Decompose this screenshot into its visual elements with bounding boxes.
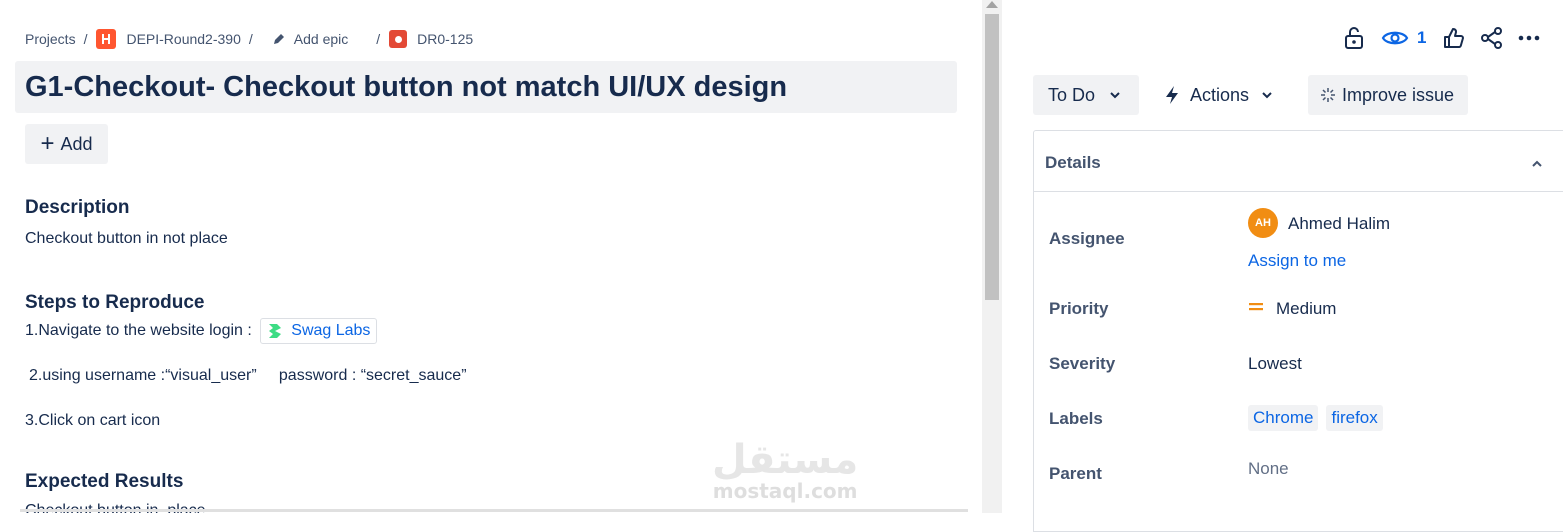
- assignee-name[interactable]: Ahmed Halim: [1288, 214, 1390, 234]
- lightning-icon: [1166, 86, 1178, 104]
- step-1-text: 1.Navigate to the website login :: [25, 322, 252, 340]
- priority-medium-icon: [1249, 303, 1263, 311]
- expected-results-heading: Expected Results: [25, 471, 184, 492]
- swag-labs-logo-icon: [265, 321, 285, 341]
- step-2: 2.using username :“visual_user” password…: [29, 367, 467, 384]
- issue-title-field[interactable]: G1-Checkout- Checkout button not match U…: [15, 61, 957, 113]
- share-icon: [1481, 27, 1503, 49]
- project-avatar-icon: [96, 29, 117, 49]
- watchers-count: 1: [1417, 28, 1427, 47]
- watermark: مستقل mostaql.com: [712, 440, 858, 502]
- plus-icon: +: [40, 130, 55, 157]
- vote-button[interactable]: [1442, 27, 1465, 49]
- thumbs-up-icon: [1444, 28, 1465, 48]
- improve-issue-button[interactable]: Improve issue: [1308, 75, 1468, 115]
- swag-labs-link[interactable]: Swag Labs: [260, 318, 378, 344]
- issue-main-pane: Projects / DEPI-Round2-390 / Add epic / …: [0, 0, 980, 513]
- add-epic-button[interactable]: Add epic: [272, 31, 348, 47]
- more-icon: [1519, 35, 1540, 41]
- details-panel: Details: [1033, 130, 1563, 532]
- add-button-label: Add: [60, 133, 93, 154]
- breadcrumb-separator: /: [248, 31, 253, 47]
- details-heading: Details: [1045, 153, 1101, 172]
- breadcrumb: Projects / DEPI-Round2-390 / Add epic / …: [25, 28, 473, 50]
- breadcrumb-issue-key[interactable]: DR0-125: [389, 30, 473, 48]
- scroll-up-arrow-icon[interactable]: [986, 1, 998, 8]
- issue-toolbar: 1: [1343, 26, 1540, 50]
- lock-icon: [1345, 27, 1363, 49]
- chevron-down-icon: [1110, 92, 1120, 99]
- eye-icon: [1381, 31, 1409, 45]
- steps-heading: Steps to Reproduce: [25, 292, 205, 313]
- swag-labs-link-label: Swag Labs: [291, 322, 371, 339]
- step-1: 1.Navigate to the website login : Swag L…: [25, 318, 378, 344]
- watch-button[interactable]: 1: [1381, 28, 1426, 48]
- status-label: To Do: [1048, 84, 1096, 105]
- improve-issue-label: Improve issue: [1342, 84, 1455, 105]
- vertical-scrollbar-thumb[interactable]: [985, 14, 999, 300]
- severity-value[interactable]: Lowest: [1248, 354, 1302, 374]
- issue-sidebar: 1 To Do Actions Improve issue Details As…: [1005, 0, 1563, 532]
- assign-to-me-link[interactable]: Assign to me: [1248, 251, 1346, 271]
- label-chip[interactable]: Chrome: [1248, 405, 1319, 431]
- actions-label: Actions: [1190, 84, 1250, 105]
- breadcrumb-separator: /: [376, 31, 381, 47]
- bug-type-icon: [389, 30, 408, 48]
- breadcrumb-projects-link[interactable]: Projects: [25, 31, 76, 47]
- breadcrumb-separator: /: [83, 31, 88, 47]
- description-heading: Description: [25, 197, 130, 218]
- priority-value: Medium: [1276, 299, 1337, 318]
- pencil-icon: [272, 32, 286, 46]
- watermark-arabic: مستقل: [712, 437, 859, 483]
- label-chip[interactable]: firefox: [1326, 405, 1383, 431]
- issue-title: G1-Checkout- Checkout button not match U…: [25, 71, 788, 103]
- assignee-label: Assignee: [1049, 229, 1125, 248]
- labels-field[interactable]: Chrome firefox: [1248, 405, 1391, 431]
- parent-value[interactable]: None: [1248, 459, 1289, 479]
- avatar: AH: [1248, 208, 1278, 238]
- sparkle-icon: [1321, 88, 1335, 102]
- severity-label: Severity: [1049, 354, 1116, 373]
- add-button[interactable]: + Add: [25, 124, 108, 164]
- lock-button[interactable]: [1343, 26, 1365, 50]
- breadcrumb-project[interactable]: DEPI-Round2-390: [96, 29, 241, 49]
- watermark-latin: mostaql.com: [712, 479, 858, 503]
- share-button[interactable]: [1480, 27, 1504, 49]
- issue-key-label: DR0-125: [417, 31, 474, 47]
- horizontal-scrollbar[interactable]: [20, 509, 968, 512]
- actions-dropdown[interactable]: Actions: [1152, 75, 1294, 115]
- add-epic-label: Add epic: [293, 31, 349, 47]
- description-text: Checkout button in not place: [25, 230, 228, 247]
- chevron-down-icon: [1262, 92, 1272, 99]
- breadcrumb-project-name: DEPI-Round2-390: [126, 31, 241, 47]
- parent-label: Parent: [1049, 464, 1102, 483]
- chevron-up-icon[interactable]: [1531, 155, 1543, 173]
- status-dropdown[interactable]: To Do: [1033, 75, 1139, 115]
- labels-label: Labels: [1049, 409, 1103, 428]
- priority-field[interactable]: Medium: [1248, 299, 1336, 319]
- details-header[interactable]: Details: [1034, 131, 1563, 192]
- more-actions-button[interactable]: [1518, 35, 1540, 41]
- priority-label: Priority: [1049, 299, 1109, 318]
- step-3: 3.Click on cart icon: [25, 412, 161, 429]
